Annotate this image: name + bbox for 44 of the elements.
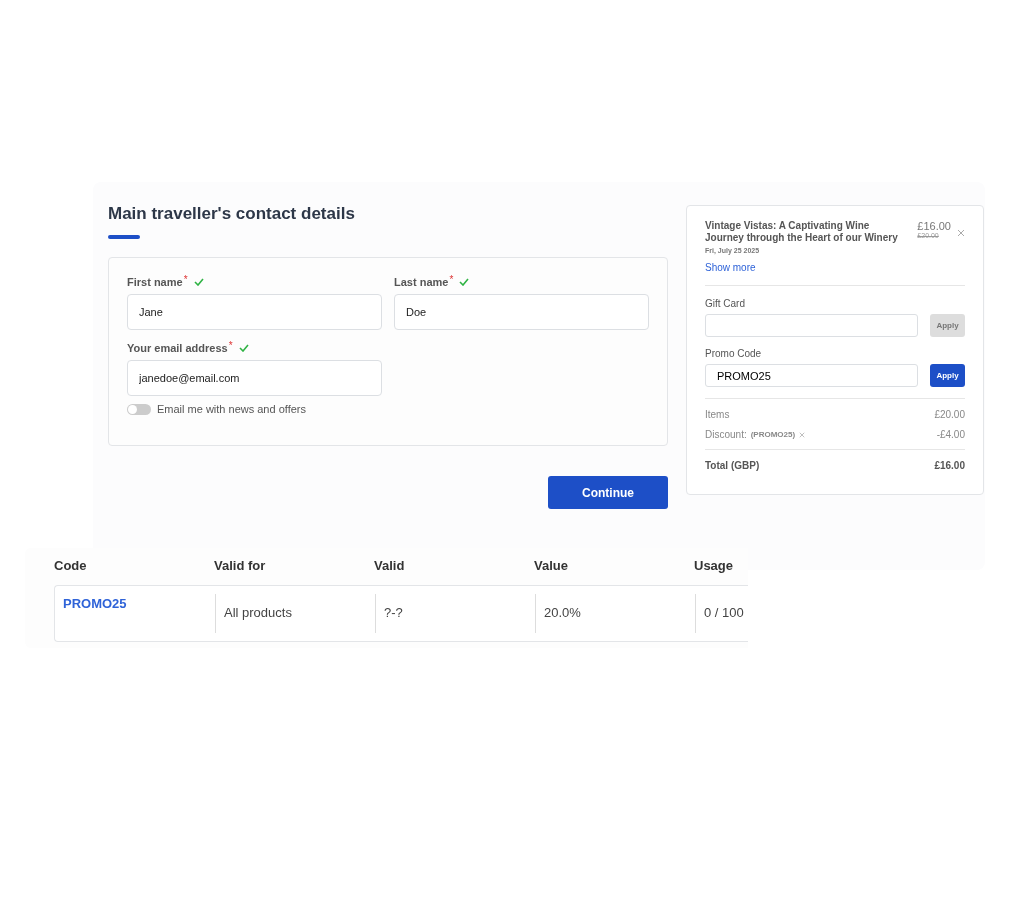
required-mark: *: [228, 339, 233, 351]
text-field[interactable]: janedoe@email.com: [127, 360, 382, 396]
line-label: Items: [705, 409, 730, 420]
item-price: £16.00: [917, 220, 951, 232]
line-label: Discount:: [705, 429, 747, 440]
code-label: Promo Code: [705, 348, 763, 359]
toggle-switch[interactable]: [127, 403, 151, 415]
code-field[interactable]: [705, 314, 919, 337]
table-cell: 0 / 100: [695, 594, 751, 633]
line-amount: -£4.00: [936, 429, 965, 440]
total-label: Total (GBP): [705, 460, 760, 471]
table-cell: All products: [215, 594, 375, 633]
field-label: Last name: [394, 276, 449, 288]
field-label: First name: [127, 276, 183, 288]
required-mark: *: [183, 273, 188, 285]
total-amount: £16.00: [934, 460, 965, 471]
code-link[interactable]: PROMO25: [55, 586, 215, 641]
column-header: Valid for: [214, 558, 267, 573]
text-field[interactable]: Jane: [127, 294, 382, 330]
close-icon[interactable]: [957, 229, 965, 237]
column-header: Code: [54, 558, 88, 573]
checkmark-icon: [238, 344, 249, 352]
show-more-link[interactable]: Show more: [705, 262, 965, 273]
toggle-label: Email me with news and offers: [157, 403, 306, 415]
column-header: Usage: [694, 558, 735, 573]
checkmark-icon: [193, 278, 204, 286]
required-mark: *: [449, 273, 454, 285]
promo-code-tag: (PROMO25): [750, 430, 796, 439]
table-cell: ?-?: [375, 594, 535, 633]
text-field[interactable]: Doe: [394, 294, 649, 330]
column-header: Valid: [374, 558, 406, 573]
line-amount: £20.00: [934, 409, 965, 420]
code-field[interactable]: PROMO25: [705, 364, 919, 387]
checkmark-icon: [459, 278, 470, 286]
field-label: Your email address: [127, 342, 228, 354]
close-icon[interactable]: [799, 431, 806, 438]
continue-button[interactable]: Continue: [548, 476, 668, 509]
code-label: Gift Card: [705, 298, 746, 309]
column-header: Value: [534, 558, 569, 573]
title-underline: [108, 235, 140, 239]
apply-button[interactable]: Apply: [930, 364, 965, 387]
section-title: Main traveller's contact details: [108, 204, 356, 224]
table-cell: 20.0%: [535, 594, 695, 633]
item-title: Vintage Vistas: A Captivating Wine Journey through the Heart of our Winery: [705, 220, 899, 244]
